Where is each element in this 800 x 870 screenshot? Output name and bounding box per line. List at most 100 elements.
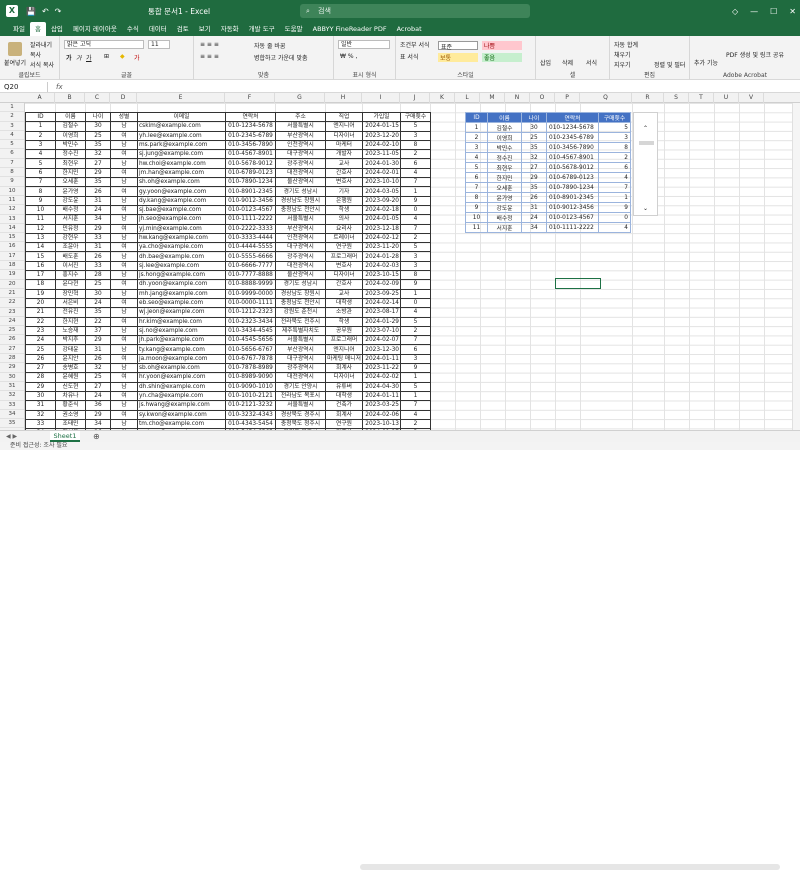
table-cell[interactable]: 권소영 (55, 409, 86, 420)
fill-color-icon[interactable]: ◆ (120, 53, 125, 60)
paste-button[interactable]: 붙여넣기 (4, 58, 26, 67)
table-cell[interactable]: 010-0123-4567 (225, 204, 276, 216)
table-cell[interactable]: 한지민 (55, 167, 86, 179)
side-table-cell[interactable]: 25 (521, 132, 547, 143)
name-box[interactable]: Q20 (0, 81, 48, 92)
table-cell[interactable]: 0 (400, 204, 431, 216)
side-table-cell[interactable]: 31 (521, 202, 547, 213)
table-cell[interactable]: 여 (110, 390, 138, 402)
table-cell[interactable]: 29 (85, 409, 111, 420)
table-cell[interactable]: 남 (110, 418, 138, 430)
style-good[interactable]: 좋음 (482, 53, 522, 62)
side-table-cell[interactable]: 정수진 (487, 152, 522, 163)
diamond-icon[interactable]: ◇ (732, 7, 738, 16)
table-cell[interactable]: jm.han@example.com (137, 167, 226, 179)
table-cell[interactable]: 2024-02-18 (362, 204, 401, 216)
column-header-Q[interactable]: Q (580, 93, 632, 103)
tab-4[interactable]: 수식 (122, 22, 144, 36)
table-cell[interactable]: 2023-09-20 (362, 195, 401, 206)
table-cell[interactable]: 18 (25, 279, 56, 290)
table-cell[interactable]: 대학생 (325, 297, 363, 309)
table-cell[interactable]: 2024-01-29 (362, 316, 401, 327)
table-cell[interactable]: 5 (400, 121, 431, 132)
minimize-button[interactable]: — (750, 7, 758, 16)
table-cell[interactable]: 5 (400, 381, 431, 392)
table-cell[interactable]: 7 (400, 223, 431, 234)
table-cell[interactable]: 소방관 (325, 307, 363, 318)
table-cell[interactable]: 연구원 (325, 418, 363, 430)
tab-6[interactable]: 검토 (172, 22, 194, 36)
table-cell[interactable]: 10 (25, 204, 56, 216)
table-cell[interactable]: dh.yoon@example.com (137, 279, 226, 290)
table-cell[interactable]: 26 (85, 353, 111, 365)
tab-10[interactable]: 도움말 (280, 22, 308, 36)
undo-icon[interactable]: ↶ (42, 7, 49, 16)
table-cell[interactable]: 26 (85, 251, 111, 262)
table-cell[interactable]: 송병호 (55, 362, 86, 374)
table-cell[interactable]: 학생 (325, 204, 363, 216)
table-cell[interactable]: 33 (85, 260, 111, 272)
table-cell[interactable]: 4 (400, 307, 431, 318)
side-table-cell[interactable]: 010-5678-9012 (546, 162, 599, 173)
table-cell[interactable]: 대구광역시 (275, 353, 326, 365)
cut-button[interactable]: 잘라내기 (30, 40, 52, 49)
table-cell[interactable]: 5 (25, 158, 56, 169)
table-cell[interactable]: 강원도 춘천시 (275, 307, 326, 318)
table-cell[interactable]: 변호사 (325, 260, 363, 272)
table-cell[interactable]: 010-4343-5454 (225, 418, 276, 430)
table-cell[interactable]: 7 (400, 177, 431, 188)
column-header-U[interactable]: U (714, 93, 739, 103)
delete-cells-button[interactable]: 삭제 (562, 58, 573, 67)
table-cell[interactable]: 25 (25, 344, 56, 355)
table-cell[interactable]: 남 (110, 381, 138, 392)
table-cell[interactable]: 1 (25, 121, 56, 132)
maximize-button[interactable]: ☐ (770, 7, 777, 16)
row-header-31[interactable]: 31 (0, 382, 24, 392)
row-header-6[interactable]: 6 (0, 149, 24, 159)
format-painter-button[interactable]: 서식 복사 (30, 60, 54, 69)
table-cell[interactable]: 7 (25, 177, 56, 188)
table-cell[interactable]: 010-4567-8901 (225, 149, 276, 160)
row-header-32[interactable]: 32 (0, 391, 24, 401)
table-cell[interactable]: 디자이너 (325, 372, 363, 383)
side-table-cell[interactable]: 윤가영 (487, 192, 522, 203)
table-cell[interactable]: 여 (110, 130, 138, 141)
row-header-28[interactable]: 28 (0, 354, 24, 364)
side-table-cell[interactable]: 26 (521, 192, 547, 203)
table-cell[interactable]: 2023-11-20 (362, 242, 401, 253)
close-button[interactable]: ✕ (789, 7, 796, 16)
table-cell[interactable]: 20 (25, 297, 56, 309)
table-cell[interactable]: 15 (25, 251, 56, 262)
table-cell[interactable]: 인천광역시 (275, 232, 326, 244)
table-cell[interactable]: 6 (25, 167, 56, 179)
side-table-cell[interactable]: 10 (465, 212, 488, 223)
table-cell[interactable]: 2023-08-17 (362, 307, 401, 318)
table-cell[interactable]: 여 (110, 372, 138, 383)
table-cell[interactable]: 010-1111-2222 (225, 214, 276, 225)
table-cell[interactable]: 2 (400, 232, 431, 244)
row-header-29[interactable]: 29 (0, 363, 24, 373)
table-cell[interactable]: 31 (25, 400, 56, 411)
table-cell[interactable]: 울산광역시 (275, 177, 326, 188)
table-cell[interactable]: 12 (25, 223, 56, 234)
table-cell[interactable]: 서울특별시 (275, 400, 326, 411)
tab-11[interactable]: ABBYY FineReader PDF (308, 22, 392, 36)
table-cell[interactable]: 13 (25, 232, 56, 244)
table-cell[interactable]: 충청남도 천안시 (275, 297, 326, 309)
side-table-cell[interactable]: 010-9012-3456 (546, 202, 599, 213)
table-cell[interactable]: 여 (110, 186, 138, 197)
table-cell[interactable]: hr.kim@example.com (137, 316, 226, 327)
table-cell[interactable]: 34 (85, 418, 111, 430)
column-header-O[interactable]: O (530, 93, 555, 103)
table-cell[interactable]: 윤가영 (55, 186, 86, 197)
paste-icon[interactable] (8, 42, 22, 56)
table-cell[interactable]: 울산광역시 (275, 270, 326, 281)
table-cell[interactable]: 0 (400, 297, 431, 309)
table-cell[interactable]: sh.oh@example.com (137, 177, 226, 188)
table-cell[interactable]: 조태민 (55, 418, 86, 430)
table-cell[interactable]: 노승재 (55, 325, 86, 337)
row-header-30[interactable]: 30 (0, 373, 24, 382)
table-cell[interactable]: 프로그래머 (325, 335, 363, 346)
table-cell[interactable]: 2023-11-05 (362, 149, 401, 160)
table-cell[interactable]: 2023-10-10 (362, 177, 401, 188)
